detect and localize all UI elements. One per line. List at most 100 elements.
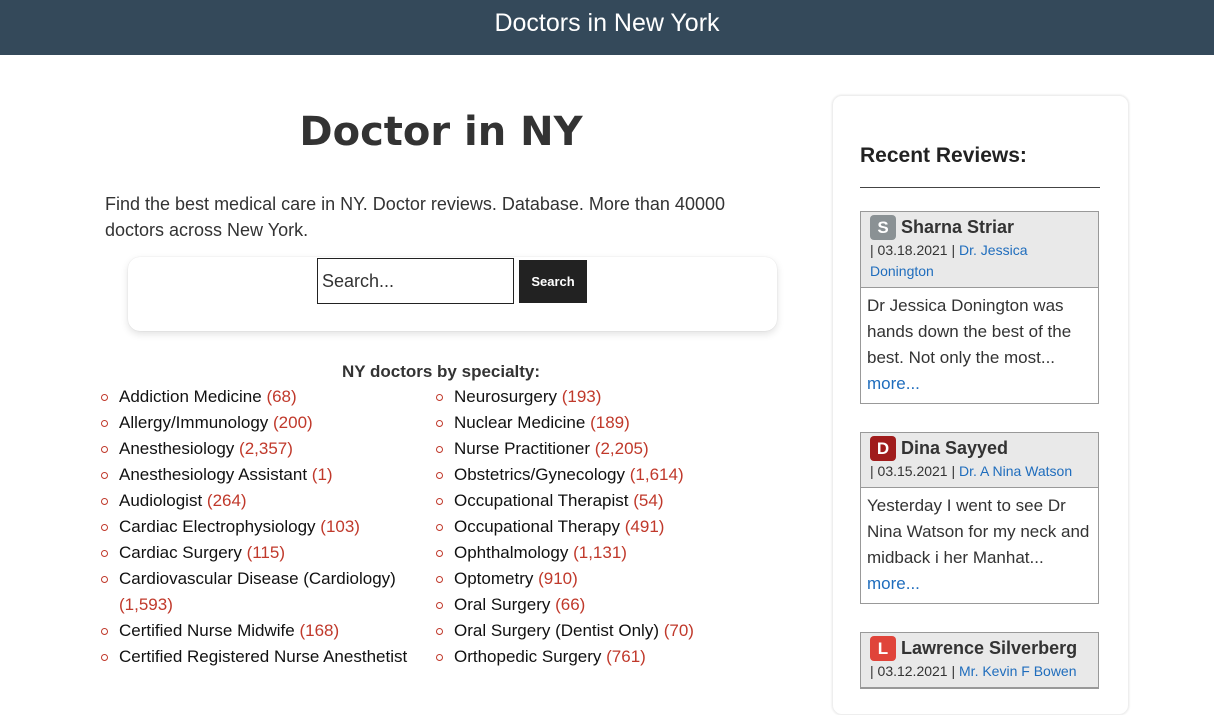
specialty-item[interactable]: Occupational Therapy (491) — [436, 514, 770, 540]
intro-text: Find the best medical care in NY. Doctor… — [105, 194, 725, 240]
recent-reviews-sidebar: Recent Reviews: S Sharna Striar | 03.18.… — [832, 95, 1129, 715]
specialty-item[interactable]: Neurosurgery (193) — [436, 384, 770, 410]
avatar: D — [870, 436, 896, 461]
specialty-name: Obstetrics/Gynecology — [454, 465, 626, 484]
specialty-count: (1,131) — [573, 543, 627, 562]
more-link[interactable]: more... — [867, 371, 1092, 397]
specialty-count: (1) — [311, 465, 333, 484]
specialty-heading: NY doctors by specialty: — [341, 362, 541, 381]
reviewer-line: D Dina Sayyed — [870, 436, 1092, 461]
specialty-count: (54) — [633, 491, 664, 510]
specialty-item[interactable]: Addiction Medicine (68) — [101, 384, 425, 410]
review-header: D Dina Sayyed | 03.15.2021 | Dr. A Nina … — [861, 433, 1098, 488]
specialty-name: Cardiac Surgery — [119, 543, 242, 562]
specialty-name: Nurse Practitioner — [454, 439, 591, 458]
specialty-item[interactable]: Certified Registered Nurse Anesthetist — [101, 644, 425, 670]
specialty-name: Orthopedic Surgery — [454, 647, 602, 666]
reviewer-name: Lawrence Silverberg — [901, 638, 1078, 658]
site-title[interactable]: Doctors in New York — [494, 9, 719, 38]
specialty-count: (200) — [273, 413, 313, 432]
specialty-item[interactable]: Occupational Therapist (54) — [436, 488, 770, 514]
review-date: | 03.18.2021 | — [870, 242, 956, 258]
more-link[interactable]: more... — [867, 571, 1092, 597]
specialty-name: Nuclear Medicine — [454, 413, 586, 432]
review-card: S Sharna Striar | 03.18.2021 | Dr. Jessi… — [860, 211, 1099, 404]
specialty-column-right: Neurosurgery (193) Nuclear Medicine (189… — [436, 384, 770, 670]
specialty-name: Certified Registered Nurse Anesthetist — [119, 647, 408, 666]
specialty-item[interactable]: Orthopedic Surgery (761) — [436, 644, 770, 670]
specialty-count: (115) — [246, 543, 285, 562]
specialty-name: Cardiac Electrophysiology — [119, 517, 316, 536]
specialty-count: (910) — [538, 569, 578, 588]
specialty-name: Neurosurgery — [454, 387, 557, 406]
specialty-count: (103) — [320, 517, 360, 536]
specialty-item[interactable]: Anesthesiology Assistant (1) — [101, 462, 425, 488]
site-header: Doctors in New York — [0, 0, 1214, 55]
doctor-link[interactable]: Dr. A Nina Watson — [959, 463, 1072, 479]
review-card: L Lawrence Silverberg | 03.12.2021 | Mr.… — [860, 632, 1099, 689]
specialty-name: Occupational Therapy — [454, 517, 621, 536]
specialty-item[interactable]: Oral Surgery (Dentist Only) (70) — [436, 618, 770, 644]
specialty-count: (193) — [561, 387, 602, 406]
specialty-count: (66) — [555, 595, 586, 614]
specialty-item[interactable]: Ophthalmology (1,131) — [436, 540, 770, 566]
specialty-item[interactable]: Certified Nurse Midwife (168) — [101, 618, 425, 644]
review-date: | 03.15.2021 | — [870, 463, 956, 479]
review-excerpt: Dr Jessica Donington was hands down the … — [867, 296, 1072, 367]
review-meta: | 03.18.2021 | Dr. Jessica Donington — [870, 240, 1092, 282]
specialty-name: Addiction Medicine — [119, 387, 262, 406]
review-meta: | 03.12.2021 | Mr. Kevin F Bowen — [870, 661, 1092, 682]
specialty-count: (2,205) — [594, 439, 649, 458]
review-body: Dr Jessica Donington was hands down the … — [861, 288, 1098, 403]
specialty-item[interactable]: Anesthesiology (2,357) — [101, 436, 425, 462]
main-content: Doctor in NY Find the best medical care … — [101, 95, 777, 666]
specialty-name: Cardiovascular Disease (Cardiology) — [119, 569, 396, 588]
specialty-item[interactable]: Optometry (910) — [436, 566, 770, 592]
reviewer-line: L Lawrence Silverberg — [870, 636, 1092, 661]
specialty-item[interactable]: Nurse Practitioner (2,205) — [436, 436, 770, 462]
reviewer-name: Sharna Striar — [901, 217, 1015, 237]
search-button[interactable]: Search — [519, 260, 587, 303]
specialty-item[interactable]: Nuclear Medicine (189) — [436, 410, 770, 436]
specialty-name: Anesthesiology Assistant — [119, 465, 308, 484]
specialty-name: Oral Surgery — [454, 595, 551, 614]
specialty-item[interactable]: Audiologist (264) — [101, 488, 425, 514]
specialty-name: Allergy/Immunology — [119, 413, 269, 432]
specialty-name: Ophthalmology — [454, 543, 569, 562]
review-meta: | 03.15.2021 | Dr. A Nina Watson — [870, 461, 1092, 482]
review-header: L Lawrence Silverberg | 03.12.2021 | Mr.… — [861, 633, 1098, 688]
specialty-count: (1,614) — [629, 465, 684, 484]
review-body: Yesterday I went to see Dr Nina Watson f… — [861, 488, 1098, 603]
specialty-name: Audiologist — [119, 491, 203, 510]
specialty-count: (1,593) — [119, 595, 173, 614]
specialty-name: Oral Surgery (Dentist Only) — [454, 621, 659, 640]
specialty-count: (264) — [206, 491, 247, 510]
specialty-name: Optometry — [454, 569, 534, 588]
specialty-count: (168) — [299, 621, 340, 640]
specialty-count: (189) — [590, 413, 630, 432]
reviewer-name: Dina Sayyed — [901, 438, 1009, 458]
search-input[interactable] — [317, 258, 514, 304]
sidebar-title: Recent Reviews: — [860, 144, 1027, 167]
avatar: S — [870, 215, 896, 240]
review-card: D Dina Sayyed | 03.15.2021 | Dr. A Nina … — [860, 432, 1099, 604]
reviewer-line: S Sharna Striar — [870, 215, 1092, 240]
specialty-item[interactable]: Cardiac Surgery (115) — [101, 540, 425, 566]
specialty-name: Certified Nurse Midwife — [119, 621, 295, 640]
specialty-count: (2,357) — [239, 439, 293, 458]
specialty-item[interactable]: Allergy/Immunology (200) — [101, 410, 425, 436]
sidebar-divider — [860, 187, 1100, 188]
specialty-count: (68) — [266, 387, 297, 406]
specialty-column-left: Addiction Medicine (68) Allergy/Immunolo… — [101, 384, 425, 670]
review-excerpt: Yesterday I went to see Dr Nina Watson f… — [867, 496, 1090, 567]
specialty-item[interactable]: Oral Surgery (66) — [436, 592, 770, 618]
specialty-count: (70) — [663, 621, 694, 640]
specialty-name: Anesthesiology — [119, 439, 235, 458]
specialty-count: (761) — [606, 647, 646, 666]
page-title: Doctor in NY — [299, 109, 583, 155]
specialty-item[interactable]: Obstetrics/Gynecology (1,614) — [436, 462, 770, 488]
specialty-count: (491) — [624, 517, 665, 536]
specialty-item[interactable]: Cardiac Electrophysiology (103) — [101, 514, 425, 540]
specialty-item[interactable]: Cardiovascular Disease (Cardiology) (1,5… — [101, 566, 425, 618]
avatar: L — [870, 636, 896, 661]
